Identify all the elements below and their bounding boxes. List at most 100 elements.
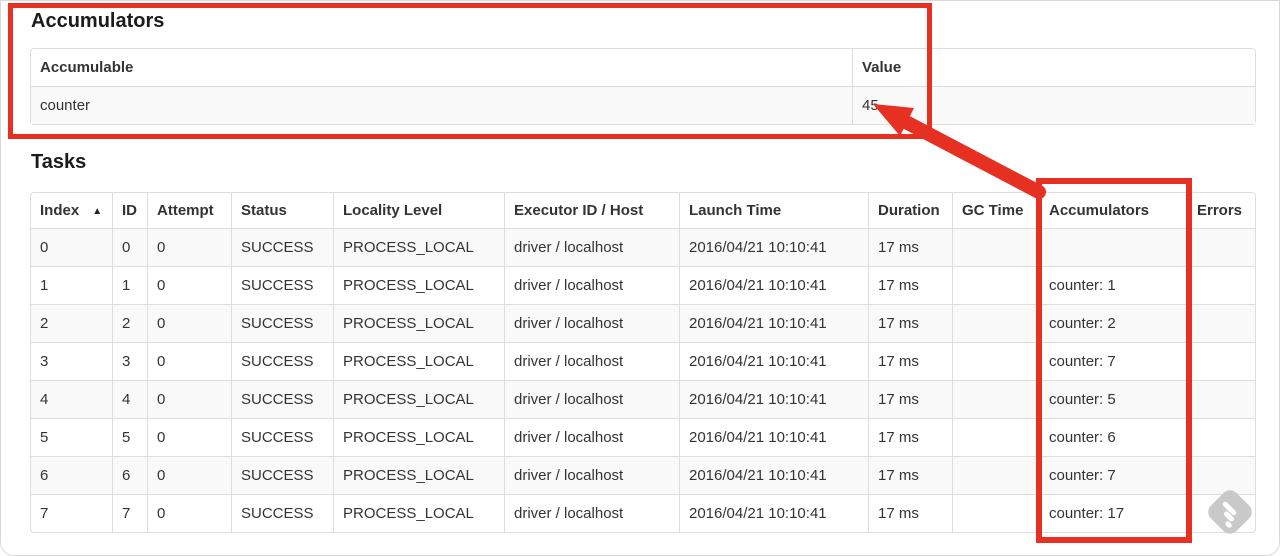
task-row: 4 4 0 SUCCESS PROCESS_LOCAL driver / localhos…: [31, 380, 1255, 418]
column-header-accumulable[interactable]: Accumulable: [31, 49, 852, 86]
task-row-cell-executor-id-host: driver / localhost: [504, 418, 679, 456]
column-header-id[interactable]: ID: [112, 193, 147, 228]
task-row-cell-locality-level: PROCESS_LOCAL: [333, 228, 504, 266]
task-row-cell-executor-id-host: driver / localhost: [504, 494, 679, 532]
task-row-cell-index: 7: [31, 494, 112, 532]
task-row-cell-attempt: 0: [147, 456, 231, 494]
task-row-cell-index: 0: [31, 228, 112, 266]
column-header-status[interactable]: Status: [231, 193, 333, 228]
task-row-cell-launch-time: 2016/04/21 10:10:41: [679, 380, 868, 418]
task-row-cell-status: SUCCESS: [231, 266, 333, 304]
task-row: 1 1 0 SUCCESS PROCESS_LOCAL driver / localhos…: [31, 266, 1255, 304]
column-header-gc-time[interactable]: GC Time: [952, 193, 1039, 228]
task-row-cell-executor-id-host: driver / localhost: [504, 266, 679, 304]
task-row-cell-attempt: 0: [147, 228, 231, 266]
task-row-cell-id: 6: [112, 456, 147, 494]
task-row-cell-status: SUCCESS: [231, 380, 333, 418]
task-row-cell-errors: [1187, 494, 1255, 532]
column-header-duration[interactable]: Duration: [868, 193, 952, 228]
task-row-cell-executor-id-host: driver / localhost: [504, 228, 679, 266]
task-row-cell-executor-id-host: driver / localhost: [504, 342, 679, 380]
task-row-cell-launch-time: 2016/04/21 10:10:41: [679, 456, 868, 494]
task-row-cell-duration: 17 ms: [868, 266, 952, 304]
task-row-cell-attempt: 0: [147, 266, 231, 304]
column-header-errors[interactable]: Errors: [1187, 193, 1255, 228]
task-row-cell-accumulators: counter: 7: [1039, 456, 1187, 494]
task-row-cell-locality-level: PROCESS_LOCAL: [333, 380, 504, 418]
column-header-accumulators[interactable]: Accumulators: [1039, 193, 1187, 228]
spark-stage-details-page: Accumulators Accumulable Value counter 45…: [0, 0, 1280, 556]
task-row-cell-accumulators: counter: 6: [1039, 418, 1187, 456]
task-row-cell-executor-id-host: driver / localhost: [504, 304, 679, 342]
task-row-cell-accumulators: counter: 17: [1039, 494, 1187, 532]
task-row-cell-launch-time: 2016/04/21 10:10:41: [679, 266, 868, 304]
task-row-cell-index: 5: [31, 418, 112, 456]
task-row-cell-gc-time: [952, 228, 1039, 266]
task-row: 3 3 0 SUCCESS PROCESS_LOCAL driver / localhos…: [31, 342, 1255, 380]
task-row-cell-launch-time: 2016/04/21 10:10:41: [679, 304, 868, 342]
task-row-cell-accumulators: counter: 2: [1039, 304, 1187, 342]
accumulators-heading: Accumulators: [31, 10, 165, 32]
task-row-cell-errors: [1187, 228, 1255, 266]
column-header-launch-time[interactable]: Launch Time: [679, 193, 868, 228]
task-row-cell-accumulators: [1039, 228, 1187, 266]
task-row-cell-launch-time: 2016/04/21 10:10:41: [679, 494, 868, 532]
task-row-cell-status: SUCCESS: [231, 342, 333, 380]
accumulators-header-row: Accumulable Value: [31, 49, 1255, 86]
task-row-cell-errors: [1187, 380, 1255, 418]
task-row-cell-errors: [1187, 342, 1255, 380]
task-row-cell-executor-id-host: driver / localhost: [504, 456, 679, 494]
accumulable-row: counter 45: [31, 86, 1255, 124]
task-row-cell-gc-time: [952, 342, 1039, 380]
task-row-cell-index: 1: [31, 266, 112, 304]
accumulators-table: Accumulable Value counter 45: [30, 48, 1256, 125]
task-row-cell-locality-level: PROCESS_LOCAL: [333, 418, 504, 456]
task-row-cell-locality-level: PROCESS_LOCAL: [333, 456, 504, 494]
task-row-cell-id: 3: [112, 342, 147, 380]
task-row-cell-duration: 17 ms: [868, 494, 952, 532]
task-row-cell-duration: 17 ms: [868, 380, 952, 418]
task-row-cell-id: 7: [112, 494, 147, 532]
task-row-cell-index: 3: [31, 342, 112, 380]
task-row-cell-index: 6: [31, 456, 112, 494]
column-header-value[interactable]: Value: [852, 49, 1255, 86]
task-row-cell-errors: [1187, 418, 1255, 456]
task-row-cell-locality-level: PROCESS_LOCAL: [333, 494, 504, 532]
task-row-cell-attempt: 0: [147, 494, 231, 532]
task-row-cell-attempt: 0: [147, 342, 231, 380]
accumulable-row-cell-accumulable: counter: [31, 86, 852, 124]
task-row-cell-duration: 17 ms: [868, 228, 952, 266]
task-row-cell-errors: [1187, 456, 1255, 494]
task-row-cell-status: SUCCESS: [231, 228, 333, 266]
column-header-index[interactable]: Index ▲: [31, 193, 112, 228]
task-row-cell-id: 5: [112, 418, 147, 456]
task-row-cell-errors: [1187, 304, 1255, 342]
task-row-cell-gc-time: [952, 456, 1039, 494]
task-row-cell-index: 2: [31, 304, 112, 342]
column-header-executor-id-host[interactable]: Executor ID / Host: [504, 193, 679, 228]
task-row-cell-locality-level: PROCESS_LOCAL: [333, 304, 504, 342]
task-row-cell-status: SUCCESS: [231, 494, 333, 532]
task-row-cell-duration: 17 ms: [868, 418, 952, 456]
column-header-locality-level[interactable]: Locality Level: [333, 193, 504, 228]
task-row-cell-duration: 17 ms: [868, 304, 952, 342]
task-row: 5 5 0 SUCCESS PROCESS_LOCAL driver / localhos…: [31, 418, 1255, 456]
accumulable-row-cell-value: 45: [852, 86, 1255, 124]
task-row-cell-launch-time: 2016/04/21 10:10:41: [679, 418, 868, 456]
task-row-cell-gc-time: [952, 304, 1039, 342]
task-row-cell-launch-time: 2016/04/21 10:10:41: [679, 342, 868, 380]
task-row-cell-id: 1: [112, 266, 147, 304]
task-row-cell-launch-time: 2016/04/21 10:10:41: [679, 228, 868, 266]
task-row-cell-gc-time: [952, 494, 1039, 532]
task-row-cell-duration: 17 ms: [868, 456, 952, 494]
column-header-index-label: Index: [40, 201, 80, 219]
task-row-cell-id: 4: [112, 380, 147, 418]
column-header-attempt[interactable]: Attempt: [147, 193, 231, 228]
task-row-cell-gc-time: [952, 380, 1039, 418]
task-row-cell-accumulators: counter: 5: [1039, 380, 1187, 418]
task-row-cell-gc-time: [952, 266, 1039, 304]
task-row-cell-locality-level: PROCESS_LOCAL: [333, 266, 504, 304]
task-row-cell-status: SUCCESS: [231, 304, 333, 342]
task-row-cell-errors: [1187, 266, 1255, 304]
task-row: 6 6 0 SUCCESS PROCESS_LOCAL driver / localhos…: [31, 456, 1255, 494]
